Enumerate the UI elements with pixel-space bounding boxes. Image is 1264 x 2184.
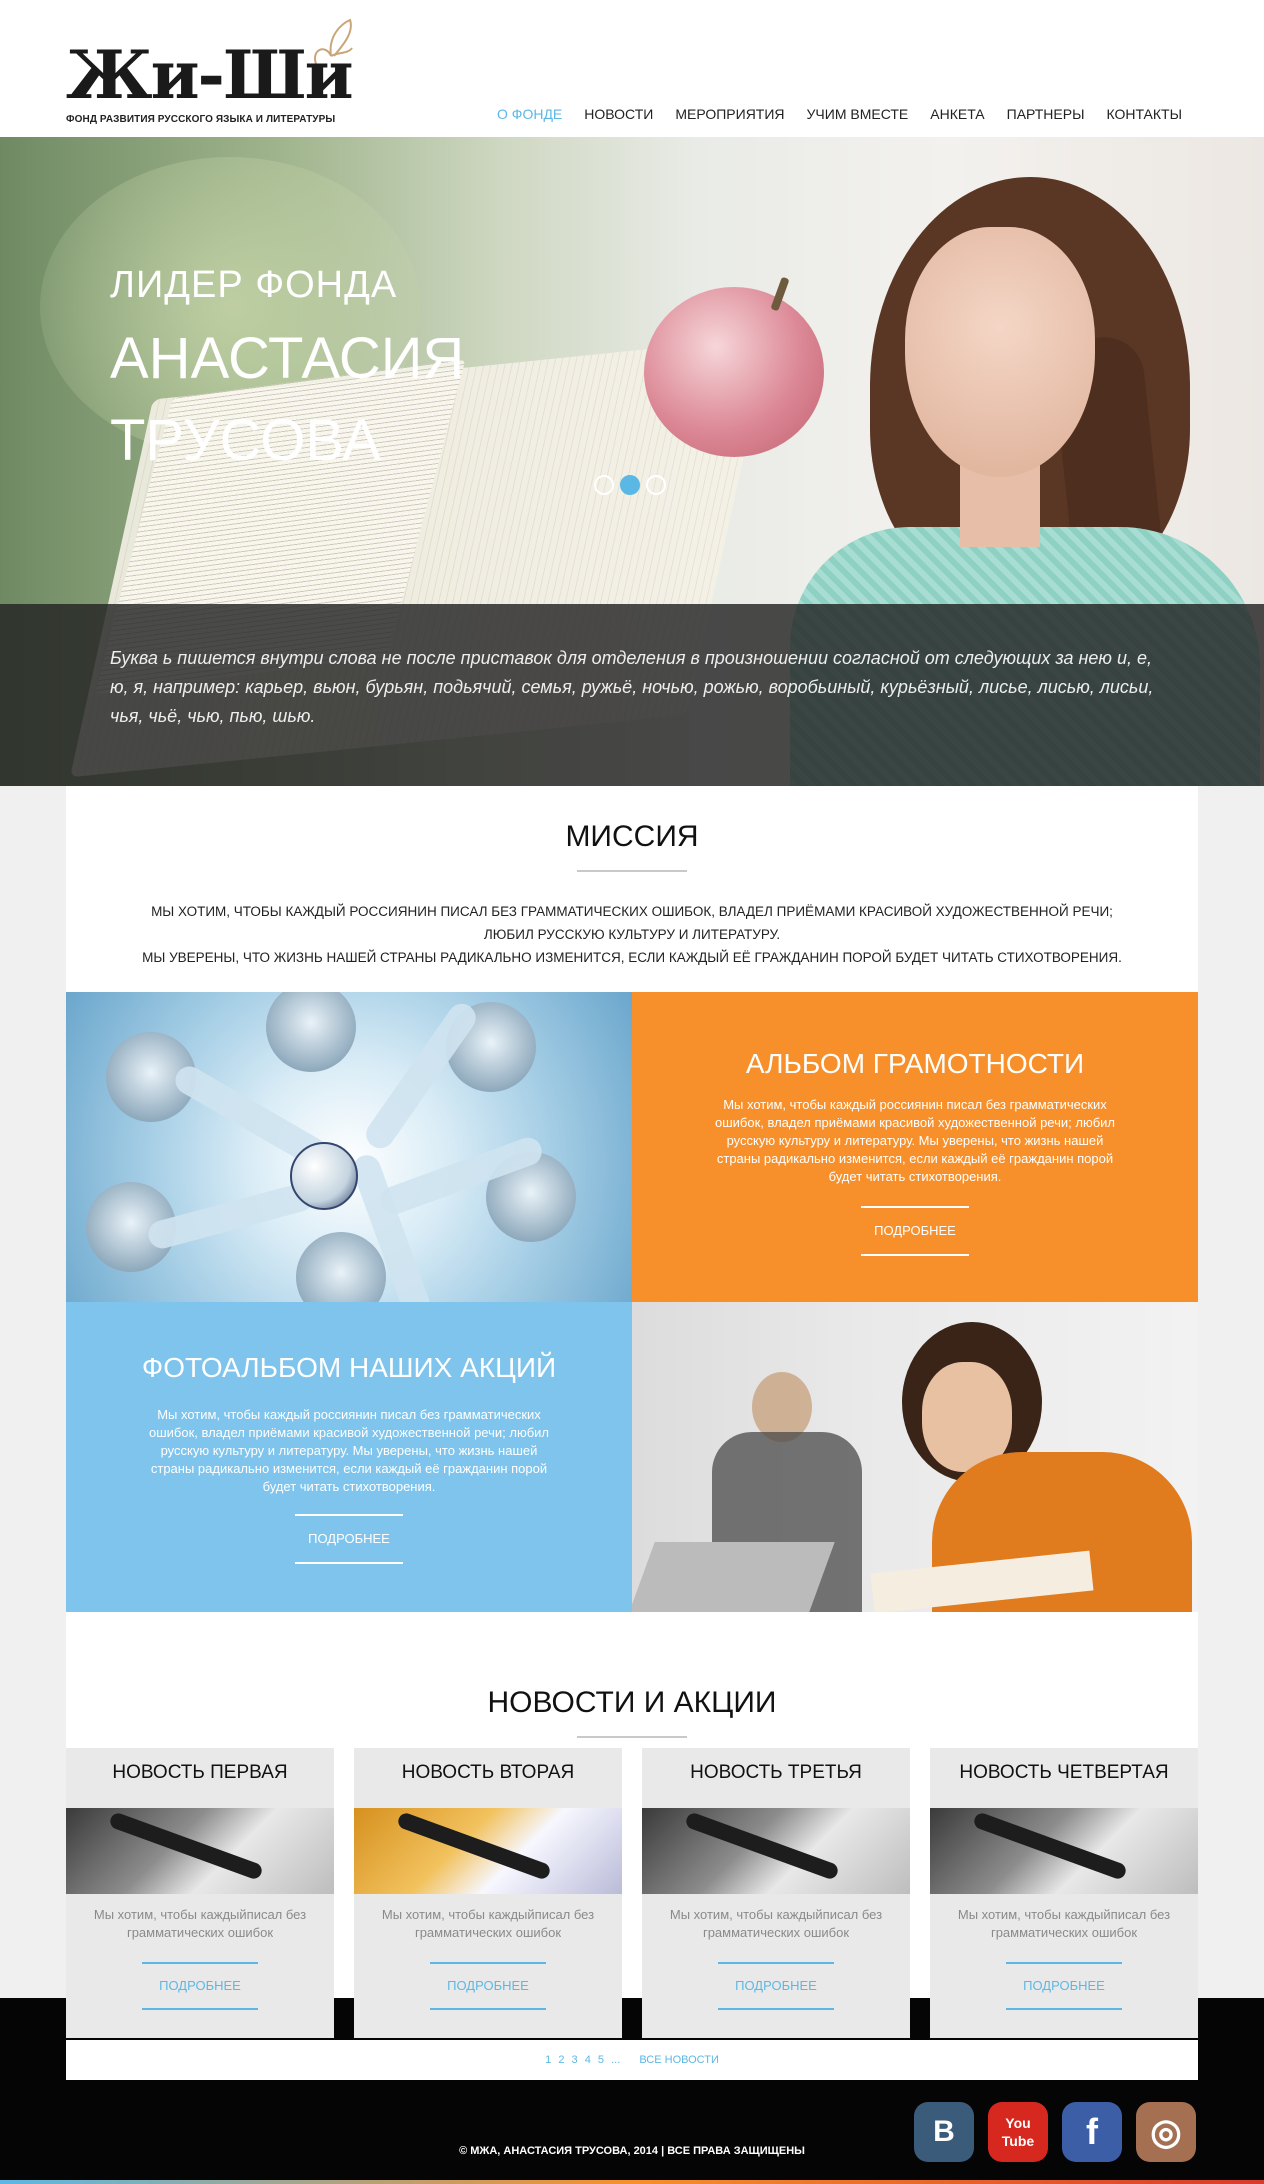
album-more-button[interactable]: ПОДРОБНЕЕ [861, 1206, 969, 1256]
news-card-image [66, 1808, 334, 1894]
slider-dots [594, 475, 666, 495]
page-link[interactable]: 1 [545, 2054, 551, 2066]
slider-dot-3[interactable] [646, 475, 666, 495]
news-card-image [930, 1808, 1198, 1894]
slider-dot-2[interactable] [620, 475, 640, 495]
album-text: Мы хотим, чтобы каждый россиянин писал б… [714, 1097, 1115, 1184]
pen-image [108, 1811, 264, 1881]
pen-image [972, 1811, 1128, 1881]
news-card-title: НОВОСТЬ ЧЕТВЕРТАЯ [959, 1762, 1169, 1783]
news-more-button[interactable]: ПОДРОБНЕЕ [142, 1962, 258, 2010]
news-card-image [354, 1808, 622, 1894]
news-card[interactable]: НОВОСТЬ ВТОРАЯ Мы хотим, чтобы каждыйпис… [354, 1748, 622, 2038]
logo[interactable]: Жи-Ши ФОНД РАЗВИТИЯ РУССКОГО ЯЗЫКА И ЛИТ… [66, 14, 356, 132]
news-card[interactable]: НОВОСТЬ ЧЕТВЕРТАЯ Мы хотим, чтобы каждый… [930, 1748, 1198, 2038]
hero-title: АНАСТАСИЯ ТРУСОВА [110, 326, 465, 473]
nav-news[interactable]: НОВОСТИ [573, 106, 664, 122]
study-photo [632, 1302, 1198, 1612]
logo-subtitle: ФОНД РАЗВИТИЯ РУССКОГО ЯЗЫКА И ЛИТЕРАТУР… [66, 114, 336, 125]
news-section-title: НОВОСТИ И АКЦИИ [487, 1686, 777, 1719]
mission-title: МИССИЯ [565, 820, 699, 853]
hero-subtitle: ЛИДЕР ФОНДА [110, 264, 398, 306]
news-card[interactable]: НОВОСТЬ ТРЕТЬЯ Мы хотим, чтобы каждыйпис… [642, 1748, 910, 2038]
main-nav: О ФОНДЕ НОВОСТИ МЕРОПРИЯТИЯ УЧИМ ВМЕСТЕ … [486, 106, 1193, 122]
hero-apple-image [644, 287, 824, 457]
news-card-title: НОВОСТЬ ТРЕТЬЯ [690, 1762, 862, 1783]
volleyball-ball [290, 1142, 358, 1210]
news-card-image [642, 1808, 910, 1894]
news-pagination: 1 2 3 4 5 ... ВСЕ НОВОСТИ [66, 2040, 1198, 2080]
photoalbum-title: ФОТОАЛЬБОМ НАШИХ АКЦИЙ [141, 1352, 557, 1383]
nav-partners[interactable]: ПАРТНЕРЫ [996, 106, 1096, 122]
news-card-text: Мы хотим, чтобы каждыйписал без граммати… [381, 1907, 595, 1940]
page-link[interactable]: 4 [585, 2054, 591, 2066]
news-card-title: НОВОСТЬ ПЕРВАЯ [112, 1762, 288, 1783]
photo-laptop [632, 1542, 835, 1612]
album-tile: АЛЬБОМ ГРАМОТНОСТИ Мы хотим, чтобы кажды… [632, 992, 1198, 1302]
news-card-text: Мы хотим, чтобы каждыйписал без граммати… [93, 1907, 307, 1940]
news-card[interactable]: НОВОСТЬ ПЕРВАЯ Мы хотим, чтобы каждыйпис… [66, 1748, 334, 2038]
copyright-text: © МЖА, АНАСТАСИЯ ТРУСОВА, 2014 | ВСЕ ПРА… [459, 2145, 805, 2157]
bottom-color-strip [0, 2180, 1264, 2184]
nav-contacts[interactable]: КОНТАКТЫ [1095, 106, 1193, 122]
page-link[interactable]: 2 [558, 2054, 564, 2066]
news-more-button[interactable]: ПОДРОБНЕЕ [718, 1962, 834, 2010]
pen-image [684, 1811, 840, 1881]
pen-image [396, 1811, 552, 1881]
logo-text: Жи-Ши [66, 36, 354, 114]
news-card-text: Мы хотим, чтобы каждыйписал без граммати… [957, 1907, 1171, 1940]
news-card-text: Мы хотим, чтобы каждыйписал без граммати… [669, 1907, 883, 1940]
nav-about[interactable]: О ФОНДЕ [486, 106, 573, 122]
mission-line-3: МЫ УВЕРЕНЫ, ЧТО ЖИЗНЬ НАШЕЙ СТРАНЫ РАДИК… [142, 950, 1122, 965]
news-divider [577, 1736, 687, 1738]
photoalbum-more-button[interactable]: ПОДРОБНЕЕ [295, 1514, 403, 1564]
photo-person [266, 992, 356, 1072]
album-title: АЛЬБОМ ГРАМОТНОСТИ [745, 1048, 1085, 1079]
volleyball-photo [66, 992, 632, 1302]
nav-survey[interactable]: АНКЕТА [919, 106, 995, 122]
news-more-button[interactable]: ПОДРОБНЕЕ [430, 1962, 546, 2010]
slider-dot-1[interactable] [594, 475, 614, 495]
photoalbum-tile: ФОТОАЛЬБОМ НАШИХ АКЦИЙ Мы хотим, чтобы к… [66, 1302, 632, 1612]
all-news-link[interactable]: ВСЕ НОВОСТИ [639, 2054, 719, 2066]
page-ellipsis: ... [611, 2054, 621, 2066]
page-link[interactable]: 5 [598, 2054, 604, 2066]
hero-person-face [905, 227, 1095, 477]
nav-learn-together[interactable]: УЧИМ ВМЕСТЕ [796, 106, 920, 122]
photo-person [296, 1232, 386, 1302]
mission-line-1: МЫ ХОТИМ, ЧТОБЫ КАЖДЫЙ РОССИЯНИН ПИСАЛ Б… [151, 904, 1113, 919]
hero-quote: Буква ь пишется внутри слова не после пр… [110, 648, 1154, 726]
news-card-title: НОВОСТЬ ВТОРАЯ [401, 1762, 575, 1783]
mission-line-2: ЛЮБИЛ РУССКУЮ КУЛЬТУРУ И ЛИТЕРАТУРУ. [483, 927, 781, 942]
mission-divider [577, 870, 687, 872]
photoalbum-text: Мы хотим, чтобы каждый россиянин писал б… [148, 1407, 549, 1494]
nav-events[interactable]: МЕРОПРИЯТИЯ [664, 106, 795, 122]
mission-text: МЫ ХОТИМ, ЧТОБЫ КАЖДЫЙ РОССИЯНИН ПИСАЛ Б… [66, 900, 1198, 969]
page-link[interactable]: 3 [572, 2054, 578, 2066]
site-header: Жи-Ши ФОНД РАЗВИТИЯ РУССКОГО ЯЗЫКА И ЛИТ… [0, 0, 1264, 137]
news-more-button[interactable]: ПОДРОБНЕЕ [1006, 1962, 1122, 2010]
